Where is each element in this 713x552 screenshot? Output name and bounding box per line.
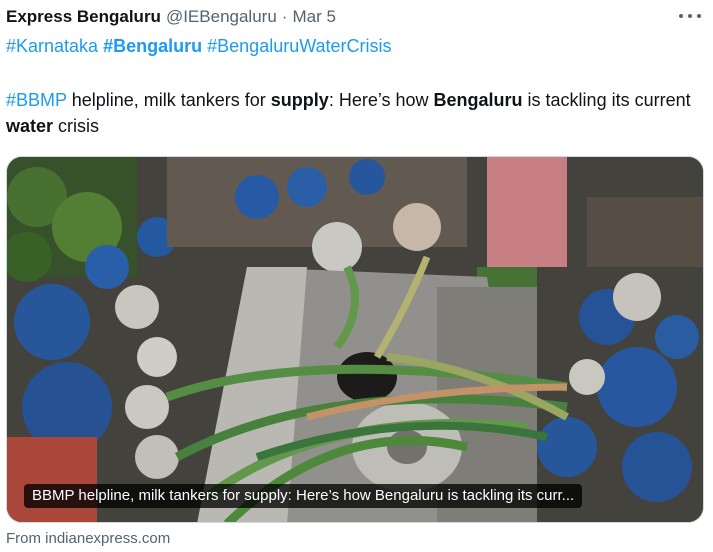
hashtag-bbmp[interactable]: #BBMP [6, 90, 67, 110]
link-card-image[interactable]: BBMP helpline, milk tankers for supply: … [6, 156, 704, 523]
author-name[interactable]: Express Bengaluru [6, 7, 161, 27]
author-handle[interactable]: @IEBengaluru [166, 7, 277, 27]
text-segment: : Here’s how [328, 90, 434, 110]
bold-keyword: water [6, 116, 54, 136]
text-segment: is tackling its current [522, 90, 691, 110]
link-card-caption: BBMP helpline, milk tankers for supply: … [24, 484, 583, 508]
tweet[interactable]: Express Bengaluru @IEBengaluru · Mar 5 #… [0, 0, 713, 552]
more-dot [679, 14, 683, 18]
more-dot [688, 14, 692, 18]
water-tanker-photo [7, 157, 703, 522]
hashtag-karnataka[interactable]: #Karnataka [6, 36, 98, 56]
bold-keyword: supply [270, 90, 329, 110]
link-source[interactable]: From indianexpress.com [6, 530, 170, 547]
tweet-date[interactable]: Mar 5 [292, 7, 335, 27]
text-segment: helpline, milk tankers for [66, 90, 271, 110]
tweet-text: #BBMP helpline, milk tankers for supply:… [6, 87, 706, 139]
more-dot [697, 14, 701, 18]
separator-dot: · [281, 7, 288, 26]
hashtag-line: #Karnataka #Bengaluru #BengaluruWaterCri… [6, 34, 392, 58]
text-segment: crisis [53, 116, 100, 136]
bold-keyword: Bengaluru [433, 90, 523, 110]
hashtag-bengaluru[interactable]: #Bengaluru [103, 36, 202, 56]
more-options-icon[interactable] [679, 6, 701, 26]
tweet-header: Express Bengaluru @IEBengaluru · Mar 5 [6, 5, 336, 29]
hashtag-bengaluru-water-crisis[interactable]: #BengaluruWaterCrisis [207, 36, 391, 56]
